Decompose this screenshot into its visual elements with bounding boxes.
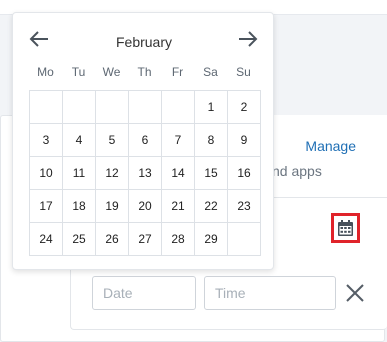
close-icon — [346, 284, 364, 302]
apps-description: nd apps — [272, 163, 322, 179]
manage-link[interactable]: Manage — [305, 138, 356, 154]
weekday-label: Th — [137, 65, 152, 79]
calendar-popup: February Mo Tu We Th Fr Sa Su 1 2 3 4 5 … — [12, 12, 274, 270]
day-cell[interactable]: 5 — [96, 124, 129, 157]
time-input[interactable] — [204, 276, 336, 310]
day-cell[interactable]: 14 — [162, 157, 195, 190]
day-cell[interactable]: 2 — [228, 91, 261, 124]
day-cell[interactable]: 24 — [30, 223, 63, 256]
day-cell[interactable]: 15 — [195, 157, 228, 190]
weekday-label: Su — [236, 65, 251, 79]
calendar-icon — [338, 219, 353, 236]
day-cell[interactable]: 11 — [63, 157, 96, 190]
empty-day-cell — [30, 91, 63, 124]
day-cell[interactable]: 19 — [96, 190, 129, 223]
day-cell[interactable]: 3 — [30, 124, 63, 157]
day-cell[interactable]: 1 — [195, 91, 228, 124]
weekday-label: Mo — [37, 65, 54, 79]
weekday-label: We — [102, 65, 121, 79]
empty-day-cell — [129, 91, 162, 124]
day-cell[interactable]: 13 — [129, 157, 162, 190]
weekday-label: Fr — [171, 65, 184, 79]
day-cell[interactable]: 25 — [63, 223, 96, 256]
day-cell[interactable]: 8 — [195, 124, 228, 157]
day-grid: 1 2 3 4 5 6 7 8 9 10 11 12 13 14 15 16 1… — [29, 90, 261, 256]
day-cell[interactable]: 17 — [30, 190, 63, 223]
empty-day-cell — [162, 91, 195, 124]
date-input[interactable] — [92, 276, 196, 310]
day-cell[interactable]: 21 — [162, 190, 195, 223]
day-cell[interactable]: 20 — [129, 190, 162, 223]
day-cell[interactable]: 9 — [228, 124, 261, 157]
next-month-button[interactable] — [236, 28, 260, 50]
empty-day-cell — [228, 223, 261, 256]
weekday-header: Mo Tu We Th Fr Sa Su — [29, 65, 260, 79]
day-cell[interactable]: 10 — [30, 157, 63, 190]
day-cell[interactable]: 28 — [162, 223, 195, 256]
weekday-label: Sa — [203, 65, 218, 79]
arrow-right-icon — [239, 31, 258, 47]
day-cell[interactable]: 7 — [162, 124, 195, 157]
empty-day-cell — [96, 91, 129, 124]
day-cell[interactable]: 6 — [129, 124, 162, 157]
day-cell[interactable]: 27 — [129, 223, 162, 256]
weekday-label: Tu — [71, 65, 86, 79]
clear-button[interactable] — [343, 281, 367, 305]
day-cell[interactable]: 4 — [63, 124, 96, 157]
day-cell[interactable]: 22 — [195, 190, 228, 223]
day-cell[interactable]: 26 — [96, 223, 129, 256]
empty-day-cell — [63, 91, 96, 124]
day-cell[interactable]: 16 — [228, 157, 261, 190]
day-cell[interactable]: 12 — [96, 157, 129, 190]
day-cell[interactable]: 29 — [195, 223, 228, 256]
day-cell[interactable]: 18 — [63, 190, 96, 223]
day-cell[interactable]: 23 — [228, 190, 261, 223]
calendar-button[interactable] — [331, 213, 360, 243]
